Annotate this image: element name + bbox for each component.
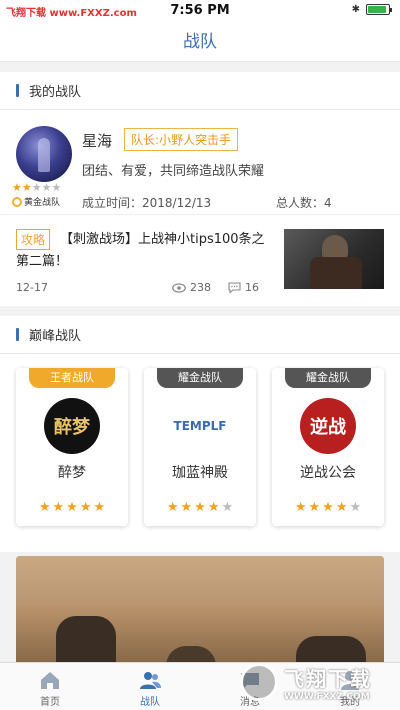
star-empty-icon: ★ [51, 181, 62, 194]
rank-badge: 黄金战队 [12, 195, 60, 208]
peak-team-rating: ★ ★ ★ ★ ★ [272, 496, 384, 515]
tab-label: 战队 [140, 697, 160, 708]
section-marker [16, 328, 19, 341]
watermark-logo-icon [240, 663, 278, 701]
star-filled-icon: ★ [93, 500, 106, 515]
team-icon [140, 672, 161, 689]
comment-count-value: 16 [245, 281, 259, 294]
my-team-header: 我的战队 [0, 72, 400, 110]
team-logo: 醉梦 [44, 398, 100, 454]
captain-badge: 队长:小野人突击手 [124, 128, 239, 151]
article-title[interactable]: 【刺激战场】上战神小tips100条之第二篇！ [16, 229, 272, 273]
peak-team-label: 耀金战队 [285, 368, 371, 388]
bluetooth-icon: ✱ [351, 4, 360, 15]
star-filled-icon: ★ [52, 500, 65, 515]
star-filled-icon: ★ [335, 500, 348, 515]
peak-team-name: 珈蓝神殿 [172, 465, 228, 481]
banner-sky [16, 556, 384, 606]
team-motto: 团结、有爱，共同缔造战队荣耀 [82, 164, 265, 179]
battery-icon [366, 4, 392, 15]
peak-team-rating: ★ ★ ★ ★ ★ [144, 496, 256, 515]
star-filled-icon: ★ [21, 181, 32, 194]
member-count: 总人数：4 [276, 196, 332, 210]
peak-team-card[interactable]: 王者战队 醉梦 醉梦 ★ ★ ★ ★ ★ [16, 368, 128, 526]
status-icons: ✱ [351, 4, 392, 15]
team-screen: 飞翔下载 www.FXXZ.com 7:56 PM ✱ 战队 我的战队 星海 队… [0, 0, 400, 710]
team-logo: 逆战 [300, 398, 356, 454]
status-time: 7:56 PM [170, 3, 230, 18]
my-team-section-title: 我的战队 [29, 85, 82, 100]
watermark-text: 飞翔下载 WWW.FXXZ.COM [284, 663, 372, 702]
team-rating: ★★★★★ [12, 176, 61, 195]
page-title: 战队 [0, 22, 400, 62]
star-filled-icon: ★ [180, 500, 193, 515]
view-count: 238 [172, 281, 211, 294]
status-bar: 飞翔下载 www.FXXZ.com 7:56 PM ✱ [0, 0, 400, 22]
star-filled-icon: ★ [79, 500, 92, 515]
tab-home[interactable]: 首页 [0, 663, 100, 710]
battery-level [368, 6, 386, 13]
team-avatar[interactable] [16, 126, 72, 182]
comment-icon [228, 282, 241, 293]
article-thumbnail[interactable] [284, 229, 384, 289]
star-filled-icon: ★ [12, 181, 22, 194]
star-filled-icon: ★ [194, 500, 206, 515]
star-filled-icon: ★ [207, 500, 220, 515]
rank-icon [12, 196, 22, 207]
founded-date: 成立时间：2018/12/13 [82, 196, 212, 210]
peak-team-header: 巅峰战队 [0, 316, 400, 354]
peak-section-title: 巅峰战队 [29, 329, 82, 344]
star-empty-icon: ★ [31, 181, 42, 194]
tab-label: 首页 [40, 697, 60, 708]
peak-team-rating: ★ ★ ★ ★ ★ [16, 496, 128, 515]
comment-count: 16 [228, 281, 259, 294]
view-count-value: 238 [190, 281, 211, 294]
watermark-big: 飞翔下载 [284, 666, 372, 691]
home-icon [41, 672, 59, 689]
star-empty-icon: ★ [349, 500, 362, 515]
rank-label: 黄金战队 [24, 198, 61, 208]
article-date: 12-17 [16, 281, 48, 294]
star-empty-icon: ★ [41, 181, 52, 194]
section-marker [16, 84, 19, 97]
star-filled-icon: ★ [294, 500, 307, 515]
article-item[interactable]: 【刺激战场】上战神小tips100条之第二篇！ 攻略 12-17 238 16 [0, 214, 400, 306]
peak-team-card[interactable]: 耀金战队 逆战 逆战公会 ★ ★ ★ ★ ★ [272, 368, 384, 526]
tab-team[interactable]: 战队 [100, 663, 200, 710]
site-watermark: 飞翔下载 WWW.FXXZ.COM [240, 660, 390, 704]
peak-team-label: 王者战队 [29, 368, 115, 388]
star-filled-icon: ★ [66, 500, 78, 515]
peak-team-list: 王者战队 醉梦 醉梦 ★ ★ ★ ★ ★ 耀金战队 TEMPLF 珈蓝神殿 ★ ★ ★ ★ ★ … [0, 354, 400, 552]
peak-team-label: 耀金战队 [157, 368, 243, 388]
star-filled-icon: ★ [308, 500, 321, 515]
article-tag: 攻略 [16, 229, 51, 250]
star-empty-icon: ★ [221, 500, 234, 515]
eye-icon [172, 282, 186, 293]
peak-team-name: 逆战公会 [300, 465, 356, 481]
watermark-small: WWW.FXXZ.COM [284, 691, 370, 702]
peak-team-card[interactable]: 耀金战队 TEMPLF 珈蓝神殿 ★ ★ ★ ★ ★ [144, 368, 256, 526]
team-logo: TEMPLF [172, 398, 228, 454]
star-filled-icon: ★ [166, 500, 179, 515]
team-name: 星海 [82, 132, 113, 150]
star-filled-icon: ★ [322, 500, 334, 515]
star-filled-icon: ★ [38, 500, 51, 515]
peak-team-name: 醉梦 [58, 465, 86, 481]
